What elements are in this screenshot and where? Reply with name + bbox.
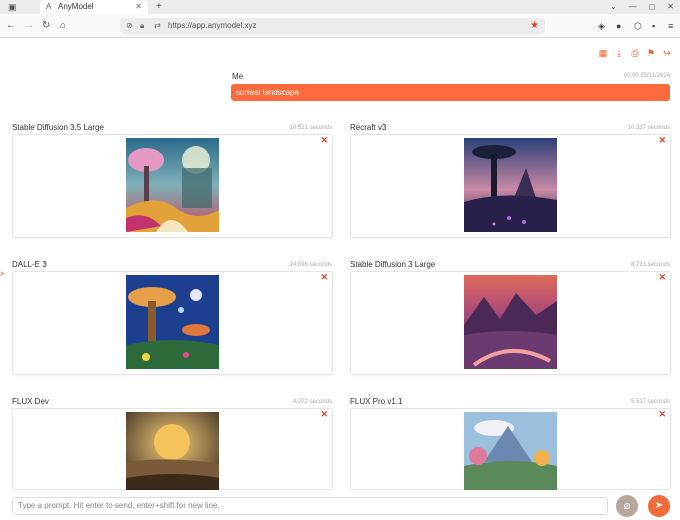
lock-icon[interactable]: 🔒︎ bbox=[140, 19, 144, 33]
generation-time: 10.337 seconds bbox=[627, 125, 670, 131]
close-icon[interactable]: ✕ bbox=[658, 272, 666, 283]
result-card: ✕ bbox=[12, 408, 333, 491]
generation-time: 10.521 seconds bbox=[289, 125, 332, 131]
profile-icon[interactable]: ▪ bbox=[652, 19, 655, 33]
window-menu-icon[interactable]: ▣ bbox=[8, 2, 17, 13]
generation-time: 5.517 seconds bbox=[630, 399, 670, 405]
result-card: ✕ bbox=[350, 134, 671, 238]
generated-image bbox=[464, 275, 557, 369]
message-timestamp: 00:00 23/11/2024 bbox=[623, 73, 670, 79]
share-icon[interactable]: ↪ bbox=[662, 48, 672, 58]
generated-image bbox=[126, 138, 219, 232]
maximize-icon[interactable]: ◻ bbox=[649, 0, 656, 14]
reload-icon[interactable]: ↻ bbox=[42, 19, 50, 33]
url-bar[interactable]: ⊘ 🔒︎ ⇄ https://app.anymodel.xyz ★ bbox=[120, 18, 545, 34]
close-icon[interactable]: ✕ bbox=[320, 272, 328, 283]
download-icon[interactable]: ⤓ bbox=[614, 48, 624, 58]
prompt-input[interactable]: Type a prompt. Hit enter to send, enter+… bbox=[12, 497, 608, 515]
extensions-icon[interactable]: ⬡ bbox=[634, 19, 642, 33]
permissions-icon[interactable]: ⇄ bbox=[154, 19, 161, 33]
generation-time: 8.733 seconds bbox=[630, 262, 670, 268]
result-card: ✕ bbox=[12, 134, 333, 238]
app-menu-icon[interactable]: ≡ bbox=[668, 19, 673, 33]
model-label: DALL-E 3 bbox=[12, 260, 47, 269]
message-author: Me bbox=[232, 72, 244, 81]
tab-list-icon[interactable]: ⌄ bbox=[610, 0, 617, 14]
tracking-protection-icon[interactable]: ⊘ bbox=[126, 19, 133, 33]
chat-toolbar: ▦ ⤓ ⎙ ⚑ ↪ bbox=[598, 48, 672, 58]
generation-time: 14.098 seconds bbox=[289, 262, 332, 268]
generated-image bbox=[126, 412, 219, 491]
bookmark-star-icon[interactable]: ★ bbox=[530, 18, 539, 34]
back-icon[interactable]: ← bbox=[6, 19, 16, 33]
generated-image bbox=[464, 138, 557, 232]
tab-title: AnyModel bbox=[58, 2, 94, 11]
attach-button[interactable]: ⌀ bbox=[616, 495, 638, 517]
account-icon[interactable]: ● bbox=[616, 19, 621, 33]
tab-favicon-icon: A bbox=[46, 2, 52, 11]
sidebar-toggle-icon[interactable]: > bbox=[0, 271, 4, 278]
user-message-bubble: surreal landscape bbox=[231, 84, 670, 101]
flag-icon[interactable]: ⚑ bbox=[646, 48, 656, 58]
model-label: Stable Diffusion 3 Large bbox=[350, 260, 436, 269]
result-card: ✕ bbox=[350, 408, 671, 491]
prompt-bar: Type a prompt. Hit enter to send, enter+… bbox=[0, 490, 680, 520]
model-label: Stable Diffusion 3.5 Large bbox=[12, 123, 104, 132]
table-icon[interactable]: ▦ bbox=[598, 48, 608, 58]
print-icon[interactable]: ⎙ bbox=[630, 48, 640, 58]
browser-tab[interactable]: A AnyModel ✕ bbox=[40, 0, 148, 14]
close-icon[interactable]: ✕ bbox=[658, 135, 666, 146]
close-icon[interactable]: ✕ bbox=[320, 135, 328, 146]
send-icon: ➤ bbox=[654, 500, 664, 511]
generation-time: 4.272 seconds bbox=[292, 399, 332, 405]
model-label: FLUX Pro v1.1 bbox=[350, 397, 403, 406]
result-card: ✕ bbox=[350, 271, 671, 375]
window-controls: ⌄ — ◻ ✕ bbox=[610, 0, 674, 14]
model-label: Recraft v3 bbox=[350, 123, 387, 132]
generated-image bbox=[126, 275, 219, 369]
url-text[interactable]: https://app.anymodel.xyz bbox=[168, 18, 257, 34]
browser-nav-bar: ← → ↻ ⌂ ⊘ 🔒︎ ⇄ https://app.anymodel.xyz … bbox=[0, 14, 680, 38]
close-window-icon[interactable]: ✕ bbox=[667, 0, 674, 14]
minimize-icon[interactable]: — bbox=[629, 0, 637, 14]
new-tab-button[interactable]: + bbox=[156, 0, 162, 14]
generated-image bbox=[464, 412, 557, 491]
browser-tab-bar: ▣ A AnyModel ✕ + ⌄ — ◻ ✕ bbox=[0, 0, 680, 14]
tab-close-icon[interactable]: ✕ bbox=[135, 0, 142, 14]
forward-icon[interactable]: → bbox=[24, 19, 34, 33]
result-card: ✕ bbox=[12, 271, 333, 375]
home-icon[interactable]: ⌂ bbox=[60, 19, 66, 33]
model-label: FLUX Dev bbox=[12, 397, 49, 406]
paperclip-icon: ⌀ bbox=[623, 500, 631, 512]
pocket-icon[interactable]: ◈ bbox=[598, 19, 605, 33]
close-icon[interactable]: ✕ bbox=[658, 409, 666, 420]
close-icon[interactable]: ✕ bbox=[320, 409, 328, 420]
send-button[interactable]: ➤ bbox=[648, 495, 670, 517]
